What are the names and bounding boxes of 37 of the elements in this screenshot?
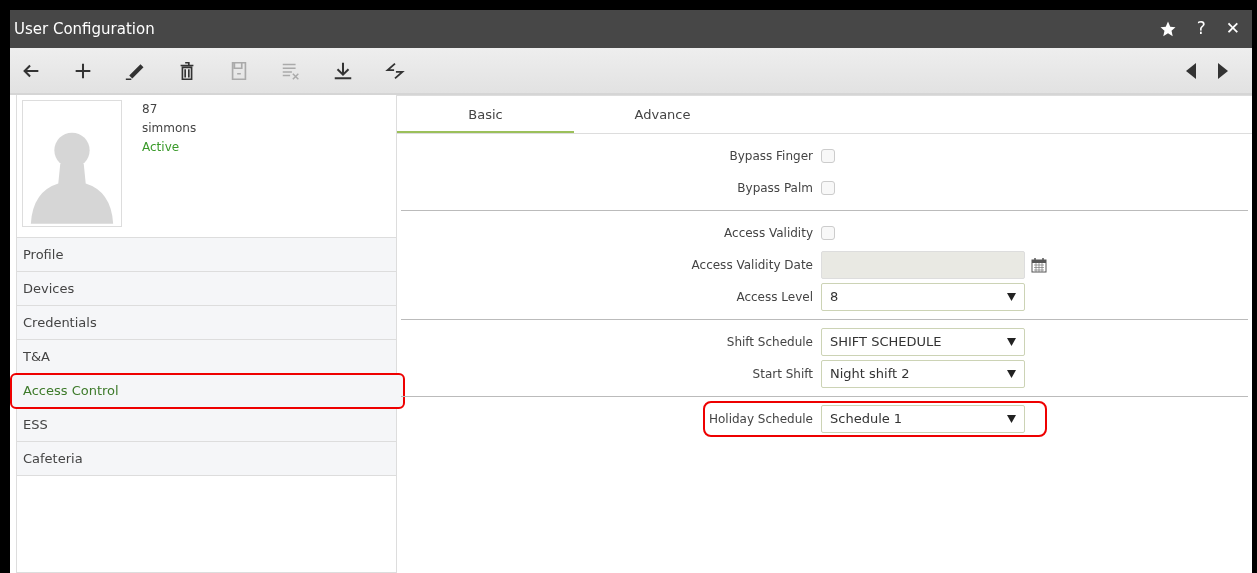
help-button[interactable]: ? bbox=[1196, 16, 1206, 42]
field-label: Shift Schedule bbox=[725, 334, 814, 351]
checkbox[interactable] bbox=[821, 226, 835, 240]
sidebar-item[interactable]: Devices bbox=[17, 272, 396, 306]
field-label: Access Validity Date bbox=[690, 257, 814, 274]
select-dropdown[interactable]: Schedule 1 bbox=[821, 405, 1025, 433]
field-label: Access Level bbox=[735, 289, 814, 306]
sidebar-item[interactable]: ESS bbox=[17, 408, 396, 442]
field-label: Bypass Finger bbox=[728, 148, 814, 165]
user-id: 87 bbox=[142, 101, 159, 118]
select-dropdown[interactable]: SHIFT SCHEDULE bbox=[821, 328, 1025, 356]
next-icon[interactable] bbox=[1218, 62, 1228, 79]
caret-icon bbox=[1007, 293, 1016, 301]
tab[interactable]: Basic bbox=[397, 96, 574, 133]
field-label: Holiday Schedule bbox=[707, 411, 814, 428]
caret-icon bbox=[1007, 415, 1016, 423]
field-label: Access Validity bbox=[723, 225, 814, 242]
checkbox[interactable] bbox=[821, 149, 835, 163]
field-label: Bypass Palm bbox=[736, 180, 814, 197]
caret-icon bbox=[1007, 338, 1016, 346]
caret-icon bbox=[1007, 370, 1016, 378]
previous-icon[interactable] bbox=[1186, 62, 1196, 79]
field-label: Start Shift bbox=[751, 366, 814, 383]
window-title: User Configuration bbox=[14, 18, 155, 40]
sidebar-item[interactable]: Access Control bbox=[11, 374, 404, 408]
select-dropdown[interactable]: 8 bbox=[821, 283, 1025, 311]
sidebar-item[interactable]: Credentials bbox=[17, 306, 396, 340]
tab[interactable]: Advance bbox=[574, 96, 751, 133]
sidebar-item[interactable]: Profile bbox=[17, 238, 396, 272]
user-status: Active bbox=[142, 139, 181, 156]
select-dropdown[interactable]: Night shift 2 bbox=[821, 360, 1025, 388]
close-button[interactable]: ✕ bbox=[1225, 16, 1240, 42]
checkbox[interactable] bbox=[821, 181, 835, 195]
user-name: simmons bbox=[142, 120, 197, 137]
favorite-star-icon[interactable] bbox=[1158, 20, 1177, 38]
sidebar-item[interactable]: T&A bbox=[17, 340, 396, 374]
sidebar-item[interactable]: Cafeteria bbox=[17, 442, 396, 476]
